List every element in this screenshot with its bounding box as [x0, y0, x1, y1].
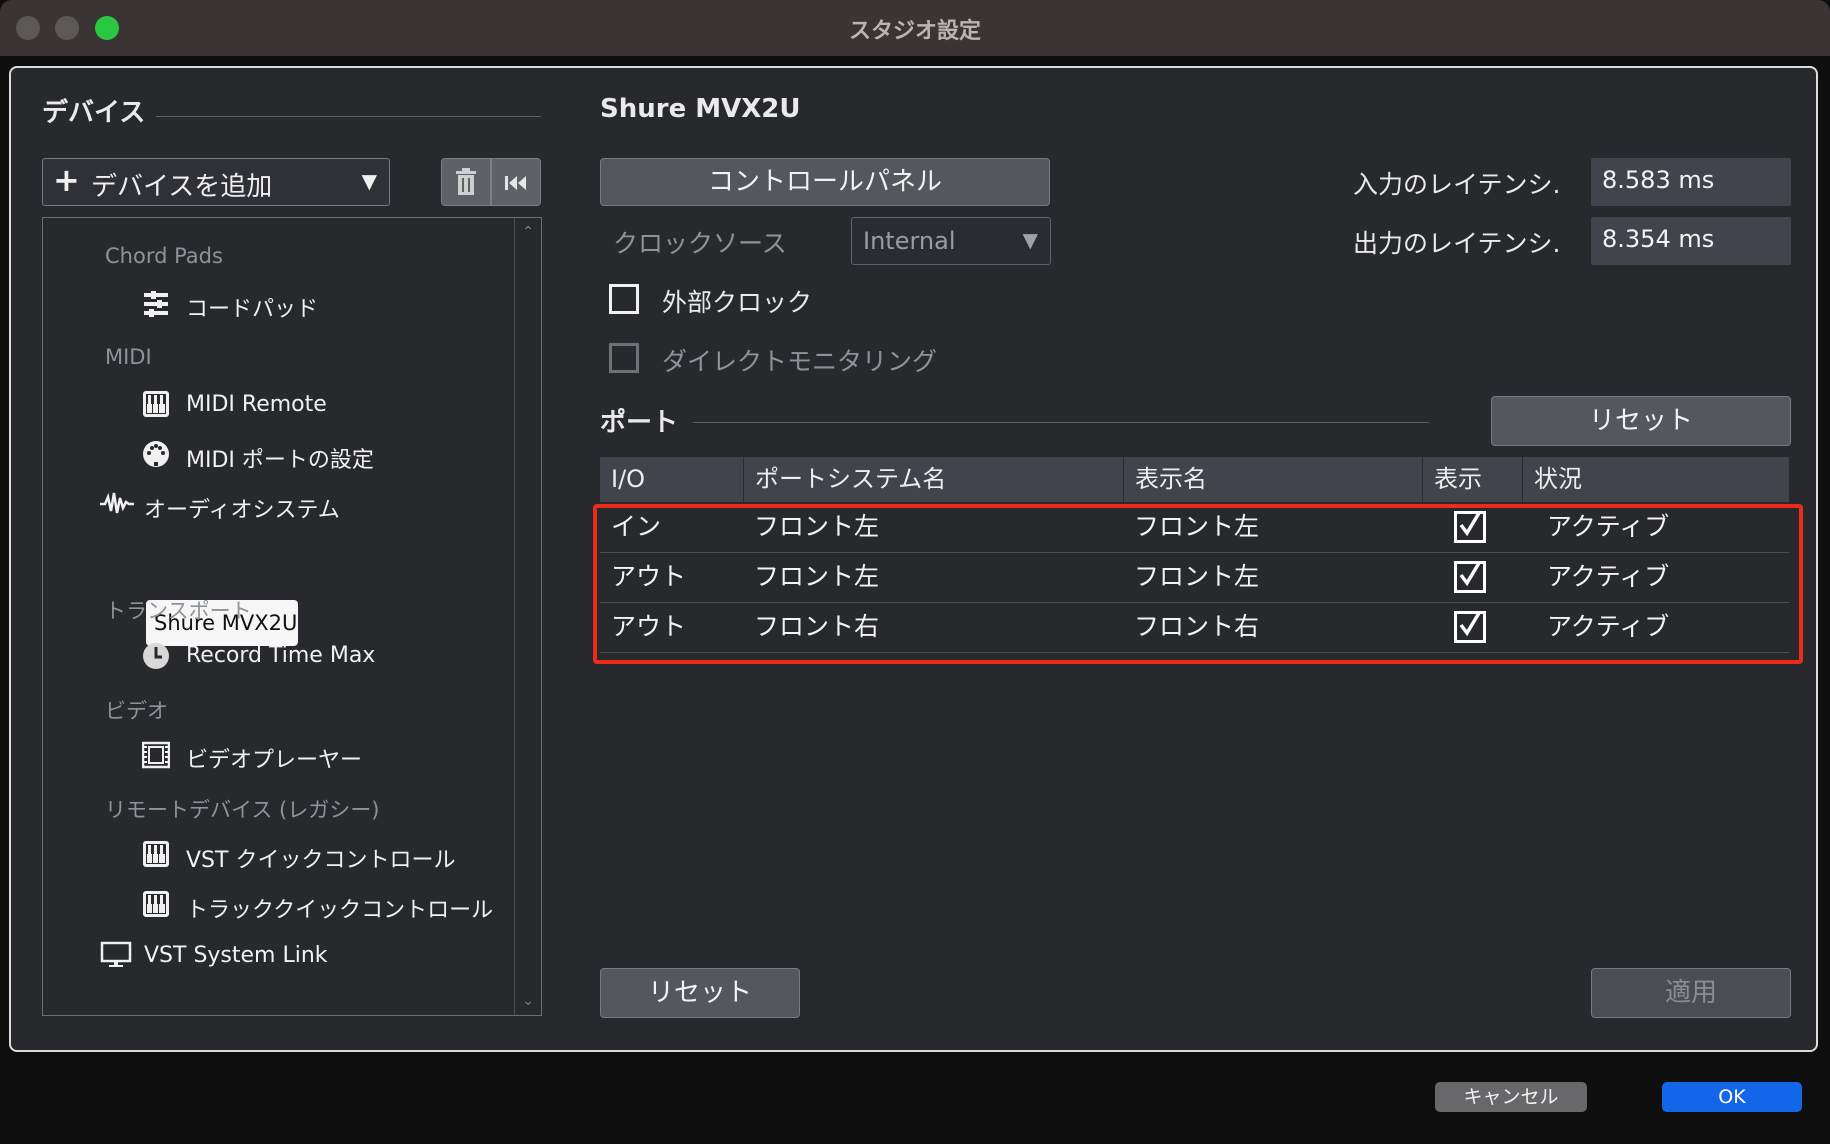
devices-divider: [156, 116, 541, 117]
studio-settings-panel: デバイス + デバイスを追加 ▼ ⌃ ⌄ Chord Pads コードパッド M…: [9, 66, 1818, 1052]
clock-source-value: Internal: [863, 227, 956, 255]
ports-reset-button[interactable]: リセット: [1491, 396, 1791, 446]
ports-title: ポート: [600, 408, 679, 438]
midi-keyboard-icon: [143, 841, 169, 867]
film-icon: [142, 741, 170, 769]
tree-item-video-player[interactable]: ビデオプレーヤー: [186, 742, 362, 774]
tree-item-record-time-max[interactable]: Record Time Max: [186, 643, 375, 668]
scroll-up-icon[interactable]: ⌃: [522, 224, 534, 240]
direct-monitoring-checkbox: [609, 343, 639, 373]
title-bar: スタジオ設定: [0, 0, 1830, 56]
audio-wave-icon: [100, 492, 134, 514]
tree-item-chord-pads[interactable]: コードパッド: [186, 291, 318, 323]
output-latency-label: 出力のレイテンシ.: [1353, 229, 1561, 258]
skip-back-icon: [505, 176, 526, 190]
column-header-visible[interactable]: 表示: [1422, 457, 1522, 502]
cancel-button[interactable]: キャンセル: [1435, 1082, 1587, 1112]
tree-category-video: ビデオ: [105, 699, 168, 723]
bottom-reset-button[interactable]: リセット: [600, 968, 800, 1018]
clock-icon: [143, 643, 169, 669]
tree-category-chord-pads: Chord Pads: [105, 244, 223, 268]
delete-device-button[interactable]: [441, 158, 491, 206]
external-clock-checkbox[interactable]: [609, 284, 639, 314]
control-panel-button[interactable]: コントロールパネル: [600, 158, 1050, 206]
highlight-frame: [593, 504, 1803, 664]
direct-monitoring-label: ダイレクトモニタリング: [662, 347, 938, 376]
midi-port-icon: [143, 441, 169, 467]
apply-button: 適用: [1591, 968, 1791, 1018]
scroll-down-icon[interactable]: ⌄: [522, 993, 534, 1009]
tree-item-vst-quick-controls[interactable]: VST クイックコントロール: [186, 842, 455, 874]
devices-title: デバイス: [42, 98, 146, 128]
clock-source-select[interactable]: Internal ▼: [851, 217, 1051, 265]
input-latency-value: 8.583 ms: [1591, 158, 1791, 206]
tree-item-midi-remote[interactable]: MIDI Remote: [186, 392, 327, 417]
ports-table-header: I/O ポートシステム名 表示名 表示 状況: [600, 457, 1789, 502]
device-name-title: Shure MVX2U: [600, 94, 801, 124]
tree-category-transport: トランスポート: [105, 599, 252, 623]
column-header-status[interactable]: 状況: [1522, 457, 1789, 502]
tree-category-audio-system[interactable]: オーディオシステム: [144, 492, 340, 524]
add-device-dropdown[interactable]: + デバイスを追加 ▼: [42, 158, 390, 206]
monitor-icon: [100, 941, 132, 967]
tree-category-midi: MIDI: [105, 345, 152, 369]
dropdown-caret-icon: ▼: [1022, 228, 1038, 252]
tree-item-track-quick-controls[interactable]: トラッククイックコントロール: [186, 892, 493, 924]
window-title: スタジオ設定: [848, 19, 981, 44]
tree-category-vst-system-link[interactable]: VST System Link: [144, 943, 328, 968]
column-header-io[interactable]: I/O: [600, 457, 743, 502]
external-clock-label: 外部クロック: [662, 288, 813, 317]
midi-keyboard-icon: [143, 391, 169, 417]
reset-device-button[interactable]: [491, 158, 541, 206]
add-device-label: デバイスを追加: [91, 172, 273, 202]
tree-item-midi-port-settings[interactable]: MIDI ポートの設定: [186, 442, 374, 474]
midi-keyboard-icon: [143, 891, 169, 917]
dropdown-caret-icon: ▼: [361, 169, 377, 193]
column-header-port-system-name[interactable]: ポートシステム名: [743, 457, 1123, 502]
device-tree-scrollbar[interactable]: ⌃ ⌄: [514, 218, 541, 1015]
ok-button[interactable]: OK: [1662, 1082, 1802, 1112]
input-latency-label: 入力のレイテンシ.: [1353, 170, 1561, 199]
column-header-display-name[interactable]: 表示名: [1123, 457, 1422, 502]
plus-icon: +: [53, 161, 80, 199]
trash-icon: [456, 168, 476, 195]
ports-divider: [693, 422, 1429, 423]
chord-pads-icon: [144, 291, 168, 317]
tree-category-remote-devices-legacy: リモートデバイス (レガシー): [105, 798, 380, 822]
clock-source-label: クロックソース: [613, 229, 787, 258]
output-latency-value: 8.354 ms: [1591, 217, 1791, 265]
